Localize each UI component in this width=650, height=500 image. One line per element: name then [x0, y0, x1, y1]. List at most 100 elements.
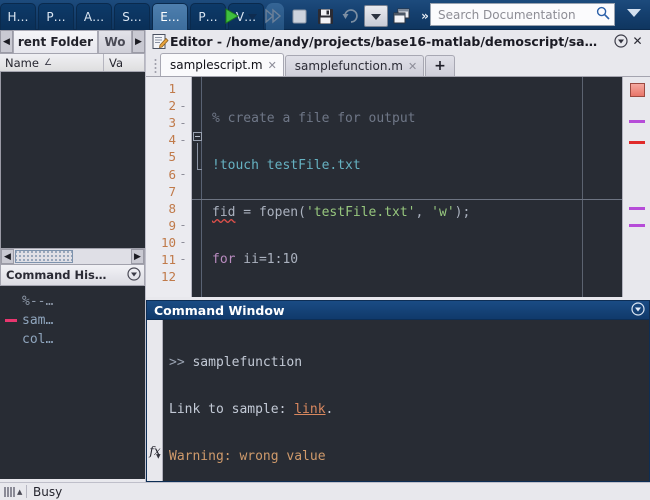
- executable-marker[interactable]: -: [176, 218, 190, 232]
- line-number: 11: [160, 251, 176, 267]
- editor-marker-strip[interactable]: [622, 77, 650, 297]
- prompt-symbol: >>: [169, 355, 193, 370]
- left-tab-workspace[interactable]: Wo: [98, 30, 132, 53]
- executable-marker[interactable]: -: [176, 167, 190, 181]
- file-list-horizontal-scrollbar[interactable]: ◀ ▶: [0, 248, 145, 265]
- line-number: 5: [168, 149, 176, 165]
- line-number: 12: [160, 269, 176, 285]
- ribbon-tab-editor[interactable]: E…: [152, 3, 188, 30]
- ribbon-tab-plots[interactable]: P…: [38, 3, 74, 30]
- editor-collapse-button[interactable]: [612, 34, 629, 48]
- toolstrip-collapse-button[interactable]: [622, 3, 646, 26]
- ribbon-tab-apps[interactable]: A…: [76, 3, 112, 30]
- ribbon-tab-publish-label: P…: [198, 10, 218, 24]
- chevron-left-icon: ◀: [4, 251, 11, 262]
- toolstrip: H… P… A… S… E… P… V… » Search Documentat…: [0, 0, 650, 30]
- search-documentation-input[interactable]: Search Documentation: [430, 3, 615, 26]
- editor-tabstrip-grip[interactable]: [150, 56, 160, 76]
- line-number: 10: [160, 234, 176, 250]
- hyperlink[interactable]: link: [294, 402, 325, 417]
- link-line-prefix: Link to sample:: [169, 402, 295, 418]
- editor-gutter[interactable]: 1 2- 3- 4- 5 6- 7 8 9- 10- 11- 12: [146, 77, 192, 297]
- quick-access-toolbar: »: [218, 2, 436, 30]
- column-header-name[interactable]: Name ∠: [0, 54, 104, 71]
- history-marker: [0, 319, 22, 322]
- save-icon[interactable]: [312, 4, 338, 29]
- scrollbar-track[interactable]: [73, 249, 131, 264]
- code-editor-area[interactable]: 1 2- 3- 4- 5 6- 7 8 9- 10- 11- 12 % crea…: [146, 76, 650, 297]
- run-dropdown-icon[interactable]: [244, 4, 260, 29]
- code-identifier: fid: [212, 205, 236, 221]
- run-advance-icon[interactable]: [260, 4, 286, 29]
- editor-tab-samplescript[interactable]: samplescript.m ✕: [160, 53, 284, 76]
- executable-marker[interactable]: -: [176, 116, 190, 130]
- chevron-down-circle-icon[interactable]: [127, 266, 141, 284]
- marker-tick[interactable]: [629, 224, 645, 227]
- chevron-down-circle-icon[interactable]: [631, 301, 645, 319]
- code-fold-toggle[interactable]: [193, 132, 202, 141]
- chevron-right-icon: ▶: [134, 251, 141, 262]
- status-separator: [26, 485, 27, 498]
- code-line: % create a file for output: [192, 110, 622, 127]
- chevron-left-icon: ◀: [3, 36, 10, 47]
- editor-title-bar: Editor - /home/andy/projects/base16-matl…: [146, 30, 650, 52]
- left-tab-current-folder[interactable]: rent Folder: [13, 30, 98, 53]
- file-list-body[interactable]: [0, 72, 145, 248]
- run-icon[interactable]: [218, 4, 244, 29]
- ribbon-tab-home[interactable]: H…: [0, 3, 36, 30]
- marker-tick[interactable]: [629, 141, 645, 144]
- undo-icon[interactable]: [338, 4, 364, 29]
- ribbon-tab-shortcuts-label: S…: [122, 10, 142, 24]
- editor-new-tab-button[interactable]: +: [425, 55, 455, 76]
- code-line: !touch testFile.txt: [192, 157, 622, 174]
- gutter-line: 11-: [146, 251, 191, 268]
- stop-icon[interactable]: [286, 4, 312, 29]
- toolbar-overflow-label: »: [421, 9, 429, 23]
- column-header-value[interactable]: Va: [104, 54, 145, 71]
- command-window-title: Command Window: [154, 302, 285, 318]
- left-panel-tabstrip: ◀ rent Folder Wo ▶: [0, 30, 145, 53]
- scrollbar-left-button[interactable]: ◀: [1, 249, 14, 264]
- layout-windows-icon[interactable]: [388, 4, 414, 29]
- code-string: 'w': [431, 205, 455, 221]
- editor-tab-samplefunction-label: samplefunction.m: [294, 59, 403, 73]
- executable-marker[interactable]: -: [176, 235, 190, 249]
- editor-tab-samplefunction[interactable]: samplefunction.m ✕: [284, 55, 425, 76]
- command-window-body[interactable]: fx ▼ >> samplefunction Link to sample: l…: [146, 320, 650, 500]
- command-window-output[interactable]: >> samplefunction Link to sample: link. …: [163, 320, 649, 500]
- line-number: 2: [168, 98, 176, 114]
- history-entry[interactable]: %--…: [0, 292, 145, 311]
- editor-tab-close-icon[interactable]: ✕: [408, 60, 417, 73]
- executable-marker[interactable]: -: [176, 133, 190, 147]
- history-entry-text: %--…: [22, 294, 54, 309]
- line-number: 9: [168, 217, 176, 233]
- chevron-right-icon: ▶: [135, 36, 142, 47]
- marker-tick[interactable]: [629, 120, 645, 123]
- scrollbar-thumb[interactable]: [15, 250, 73, 263]
- error-square-icon[interactable]: [630, 83, 645, 97]
- command-history-list[interactable]: %--… sam… col…: [0, 286, 145, 479]
- gutter-line: 8: [146, 200, 191, 217]
- search-icon[interactable]: [596, 6, 610, 23]
- code-line: for ii=1:10: [212, 252, 299, 268]
- code-lines[interactable]: % create a file for output !touch testFi…: [192, 77, 622, 297]
- history-entry[interactable]: col…: [0, 330, 145, 349]
- editor-title-text: Editor - /home/andy/projects/base16-matl…: [170, 33, 598, 49]
- ribbon-tab-home-label: H…: [7, 10, 29, 24]
- code-text-surface[interactable]: % create a file for output !touch testFi…: [192, 77, 622, 297]
- marker-tick[interactable]: [629, 207, 645, 210]
- undo-dropdown-icon[interactable]: [364, 5, 388, 27]
- resize-grip-icon[interactable]: ▲: [0, 486, 24, 497]
- editor-close-button[interactable]: ✕: [629, 34, 646, 48]
- tabstrip-scroll-left-button[interactable]: ◀: [0, 30, 13, 53]
- editor-tab-close-icon[interactable]: ✕: [268, 59, 277, 72]
- executable-marker[interactable]: -: [176, 99, 190, 113]
- line-number: 6: [168, 166, 176, 182]
- executable-marker[interactable]: -: [176, 252, 190, 266]
- ribbon-tab-shortcuts[interactable]: S…: [114, 3, 150, 30]
- gutter-line: 5: [146, 148, 191, 165]
- scrollbar-right-button[interactable]: ▶: [131, 249, 144, 264]
- tabstrip-scroll-right-button[interactable]: ▶: [132, 30, 145, 53]
- history-entry[interactable]: sam…: [0, 311, 145, 330]
- caret-down-icon[interactable]: ▼: [156, 453, 161, 460]
